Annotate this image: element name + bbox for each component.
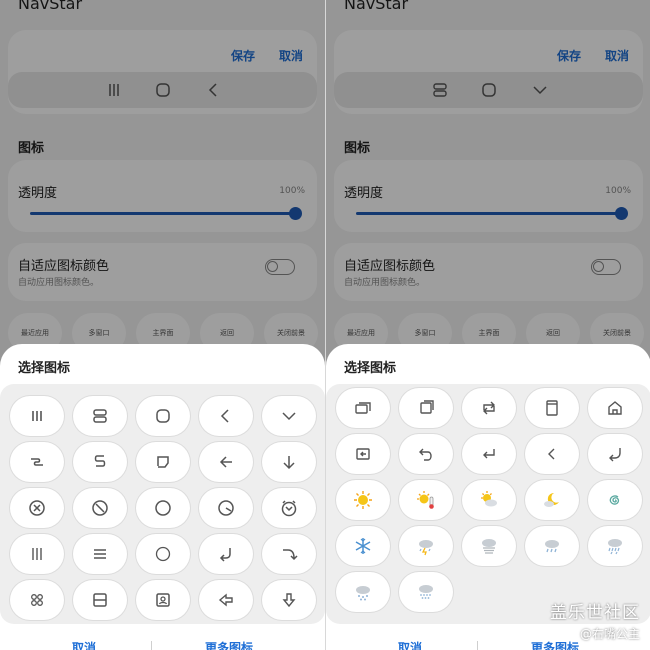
arrow-down-icon[interactable] xyxy=(262,442,316,482)
diamond-arrow-down-icon[interactable] xyxy=(262,580,316,620)
double-s-icon[interactable] xyxy=(73,442,127,482)
cloud-thunder-icon[interactable] xyxy=(399,526,453,566)
return-arrow-icon[interactable] xyxy=(199,534,253,574)
sun-icon[interactable] xyxy=(336,480,390,520)
sheet-title: 选择图标 xyxy=(18,361,71,376)
arrow-left-icon[interactable] xyxy=(199,442,253,482)
book-icon[interactable] xyxy=(525,388,579,428)
spiral-icon[interactable] xyxy=(588,480,642,520)
sun-cloud-icon[interactable] xyxy=(462,480,516,520)
thin-circle-icon[interactable] xyxy=(136,534,190,574)
undo-arrow-icon[interactable] xyxy=(399,434,453,474)
watermark-author: @右嘴公主 xyxy=(579,627,640,641)
circle-slash-icon[interactable] xyxy=(73,488,127,528)
cloud-heavy-rain-icon[interactable] xyxy=(588,526,642,566)
watermark-title: 盖乐世社区 xyxy=(550,603,640,623)
split-square-icon[interactable] xyxy=(73,580,127,620)
zigzag-icon[interactable] xyxy=(10,442,64,482)
chevron-left-icon[interactable] xyxy=(199,396,253,436)
rounded-square-icon[interactable] xyxy=(136,396,190,436)
left-screen: NavStar 保存 取消 图标 透明度 100% 自适应图标颜色 自动应用图标… xyxy=(0,0,325,650)
cloud-snow-icon[interactable] xyxy=(336,572,390,612)
diamond-arrow-left-icon[interactable] xyxy=(199,580,253,620)
circle-x-icon[interactable] xyxy=(10,488,64,528)
hamburger-icon[interactable] xyxy=(73,534,127,574)
stacked-rects-icon[interactable] xyxy=(73,396,127,436)
sheet-cancel-button[interactable]: 取消 xyxy=(398,639,422,650)
sheet-title: 选择图标 xyxy=(344,361,397,376)
input-arrow-icon[interactable] xyxy=(336,434,390,474)
four-dots-icon[interactable] xyxy=(10,580,64,620)
return-curve-icon[interactable] xyxy=(588,434,642,474)
sun-thermometer-icon[interactable] xyxy=(399,480,453,520)
three-bars-icon[interactable] xyxy=(10,396,64,436)
chevron-left-icon[interactable] xyxy=(525,434,579,474)
repeat-arrows-icon[interactable] xyxy=(462,388,516,428)
fog-icon[interactable] xyxy=(462,526,516,566)
curve-arrow-icon[interactable] xyxy=(262,534,316,574)
moon-cloud-icon[interactable] xyxy=(525,480,579,520)
return-arrow-icon[interactable] xyxy=(462,434,516,474)
house-icon[interactable] xyxy=(588,388,642,428)
thin-three-bars-icon[interactable] xyxy=(10,534,64,574)
copy-squares-icon[interactable] xyxy=(399,388,453,428)
more-icons-button[interactable]: 更多图标 xyxy=(205,639,253,650)
cloud-rain-icon[interactable] xyxy=(525,526,579,566)
cloud-sleet-icon[interactable] xyxy=(399,572,453,612)
icon-grid xyxy=(0,384,325,624)
icon-grid xyxy=(326,384,650,624)
portrait-icon[interactable] xyxy=(136,580,190,620)
sheet-cancel-button[interactable]: 取消 xyxy=(72,639,96,650)
icon-picker-sheet: 选择图标 取消 更多图标 xyxy=(0,344,325,650)
chevron-down-icon[interactable] xyxy=(262,396,316,436)
right-screen: NavStar 保存 取消 图标 透明度 100% 自适应图标颜色 自动应用图标… xyxy=(325,0,650,650)
circle-quarter-icon[interactable] xyxy=(199,488,253,528)
circle-v-icon[interactable] xyxy=(262,488,316,528)
stacked-windows-icon[interactable] xyxy=(336,388,390,428)
watermark: 盖乐世社区 @右嘴公主 xyxy=(550,598,640,642)
sheet-divider xyxy=(151,641,152,650)
sheet-divider xyxy=(477,641,478,650)
circle-icon[interactable] xyxy=(136,488,190,528)
open-square-icon[interactable] xyxy=(136,442,190,482)
snowflake-icon[interactable] xyxy=(336,526,390,566)
